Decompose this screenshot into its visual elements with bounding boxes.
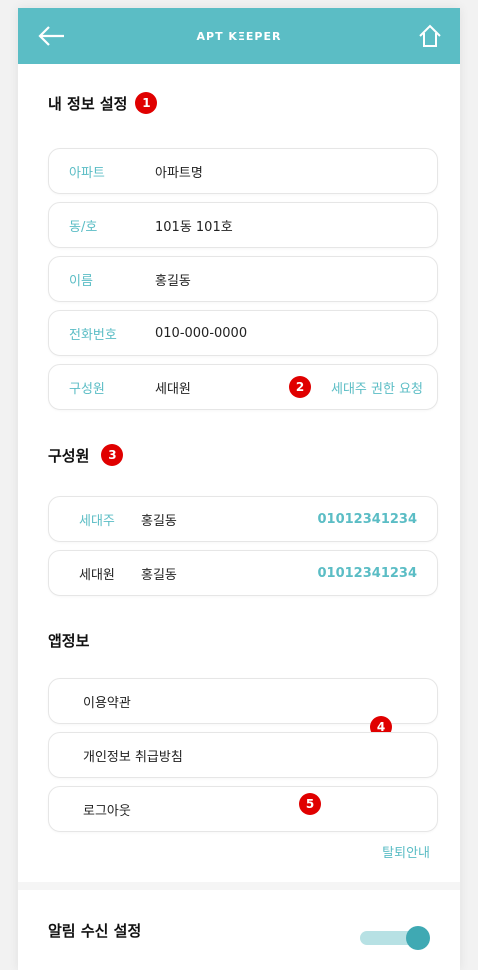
info-label: 구성원 [69,381,105,397]
member-name: 홍길동 [141,567,177,583]
info-value: 101동 101호 [155,219,233,235]
privacy-label: 개인정보 취급방침 [83,749,183,765]
terms-label: 이용약관 [83,695,131,711]
member-role: 세대원 [79,567,115,583]
member-phone[interactable]: 01012341234 [318,566,418,581]
notification-toggle[interactable] [360,926,430,950]
app-screen: APT KΞEPER 내 정보 설정 1 아파트 아파트명 동/호 101동 1… [18,8,460,970]
info-value: 010-000-0000 [155,325,248,341]
member-row[interactable]: 세대원 홍길동 01012341234 [48,550,438,596]
member-name: 홍길동 [141,513,177,529]
info-label: 아파트 [69,165,105,181]
info-label: 이름 [69,273,93,289]
info-row-apartment[interactable]: 아파트 아파트명 [48,148,438,194]
notification-label-text: 알림 수신 설정 [48,922,142,940]
info-value: 홍길동 [155,273,191,289]
info-row-phone[interactable]: 전화번호 010-000-0000 [48,310,438,356]
app-info-title-text: 앱정보 [48,632,90,650]
info-value: 세대원 [155,381,191,397]
members-section-title: 구성원 3 [48,444,124,466]
my-info-title-text: 내 정보 설정 [48,94,128,113]
info-row-member-type: 구성원 세대원 2 세대주 권한 요청 [48,364,438,410]
info-row-unit[interactable]: 동/호 101동 101호 [48,202,438,248]
members-title-text: 구성원 [48,446,90,465]
home-icon[interactable] [416,22,444,50]
section-divider [18,882,460,890]
app-title: APT KΞEPER [196,29,282,43]
marker-badge: 1 [135,92,158,114]
withdrawal-info-link[interactable]: 탈퇴안내 [382,842,430,861]
info-label: 동/호 [69,219,98,235]
top-app-bar: APT KΞEPER [18,8,460,64]
request-owner-permission-link[interactable]: 세대주 권한 요청 [331,378,423,397]
marker-badge: 3 [101,444,124,466]
info-row-name[interactable]: 이름 홍길동 [48,256,438,302]
toggle-knob [406,926,430,950]
logout-item[interactable]: 로그아웃 5 [48,786,438,832]
info-label: 전화번호 [69,327,117,343]
privacy-policy-item[interactable]: 개인정보 취급방침 [48,732,438,778]
my-info-section-title: 내 정보 설정 1 [48,92,158,114]
notification-setting-label: 알림 수신 설정 [48,920,141,941]
member-row[interactable]: 세대주 홍길동 01012341234 [48,496,438,542]
member-role: 세대주 [79,513,115,529]
marker-badge: 2 [289,376,311,398]
marker-badge: 5 [299,793,321,815]
info-value: 아파트명 [155,165,203,181]
arrow-left-icon[interactable] [36,22,68,50]
app-info-section-title: 앱정보 [48,630,89,651]
member-phone[interactable]: 01012341234 [318,512,418,527]
logout-label: 로그아웃 [83,803,131,819]
